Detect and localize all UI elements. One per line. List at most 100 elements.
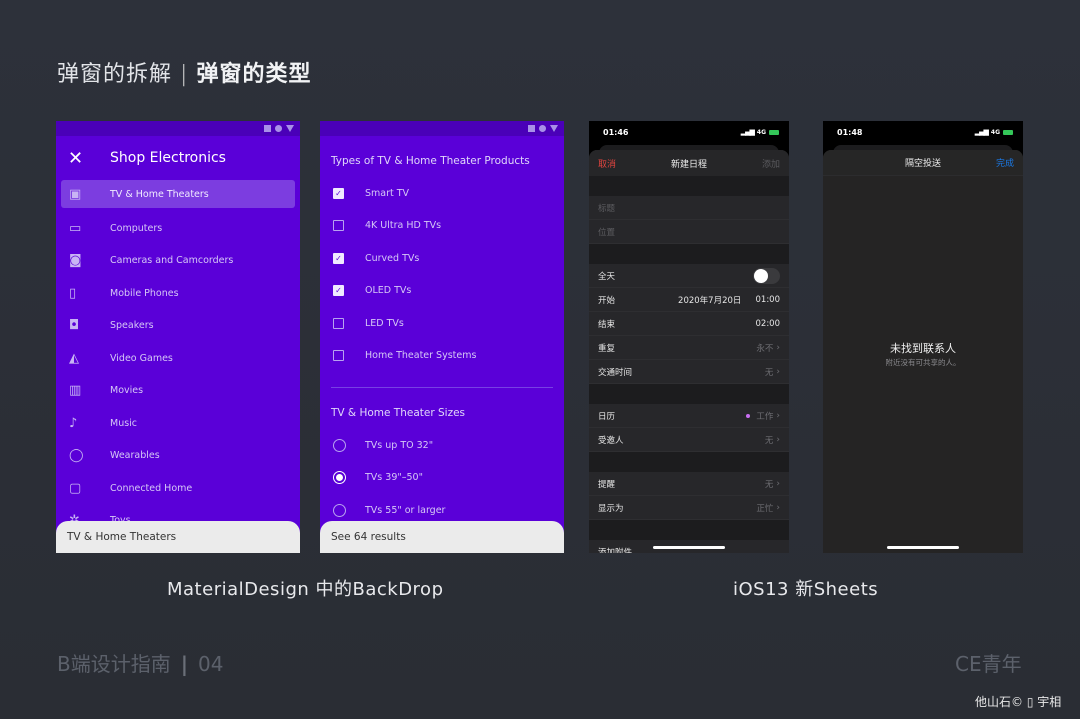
radio-39-50[interactable]: TVs 39"–50" — [320, 462, 564, 495]
travel-label: 交通时间 — [598, 367, 633, 378]
sheet-title: 新建日程 — [670, 159, 707, 170]
nav-item-music[interactable]: ♪ Music — [61, 407, 295, 440]
home-indicator[interactable] — [887, 546, 959, 549]
checkbox-label: OLED TVs — [365, 285, 412, 297]
nav-item-wearables[interactable]: ◯ Wearables — [61, 440, 295, 473]
nav-item-speakers[interactable]: ◘ Speakers — [61, 310, 295, 343]
nav-item-label: Connected Home — [110, 482, 193, 494]
checkbox-checked-icon[interactable]: ✓ — [333, 187, 344, 199]
checkbox-smart-tv[interactable]: ✓ Smart TV — [320, 177, 564, 210]
ios-status-bar: 01:48 ▂▄▆ 4G — [823, 121, 1023, 143]
chevron-right-icon: › — [776, 478, 780, 489]
radio-selected-icon[interactable] — [333, 471, 346, 485]
alert-row[interactable]: 提醒 无 › — [589, 472, 789, 496]
nav-item-label: Cameras and Camcorders — [110, 255, 234, 267]
checkbox-checked-icon[interactable]: ✓ — [333, 285, 344, 297]
group-gap — [589, 384, 789, 404]
android-status-bar — [56, 121, 300, 136]
empty-state-title: 未找到联系人 — [890, 342, 956, 355]
start-time: 01:00 — [755, 294, 781, 305]
nav-item-connected-home[interactable]: ▢ Connected Home — [61, 472, 295, 505]
nav-item-video-games[interactable]: ◭ Video Games — [61, 342, 295, 375]
network-type: 4G — [990, 128, 1000, 136]
battery-icon — [1003, 129, 1013, 135]
laptop-icon: ▭ — [69, 220, 82, 236]
all-day-toggle[interactable] — [753, 267, 780, 284]
status-indicators: ▂▄▆ 4G — [975, 128, 1013, 136]
checkbox-unchecked-icon[interactable] — [333, 350, 344, 362]
back-icon — [550, 125, 558, 132]
android-status-bar — [320, 121, 564, 136]
material-backdrop-filter-screen: Types of TV & Home Theater Products ✓ Sma… — [320, 121, 564, 553]
checkbox-4k-ultra-hd[interactable]: 4K Ultra HD TVs — [320, 210, 564, 243]
nav-item-computers[interactable]: ▭ Computers — [61, 212, 295, 245]
checkbox-checked-icon[interactable]: ✓ — [333, 252, 344, 264]
nav-item-label: Mobile Phones — [110, 287, 179, 299]
nav-item-movies[interactable]: ▥ Movies — [61, 375, 295, 408]
caption-ios: iOS13 新Sheets — [733, 579, 879, 600]
repeat-value: 永不 — [756, 343, 774, 354]
group-gap — [589, 520, 789, 540]
footer-separator: | — [180, 652, 189, 676]
radio-unselected-icon[interactable] — [333, 503, 346, 517]
cancel-button[interactable]: 取消 — [598, 157, 616, 170]
nav-item-label: Movies — [110, 385, 144, 397]
ios-sheet: 取消 新建日程 添加 标题 位置 全天 开始 2020年7月20日 01:00 结… — [589, 150, 789, 553]
title-input[interactable]: 标题 — [589, 196, 789, 220]
radio-unselected-icon[interactable] — [333, 438, 346, 452]
radio-up-to-32[interactable]: TVs up TO 32" — [320, 429, 564, 462]
calendar-value: 工作 — [756, 411, 774, 422]
start-row[interactable]: 开始 2020年7月20日 01:00 — [589, 288, 789, 312]
invitees-value-wrap: 无 › — [765, 434, 780, 446]
nav-item-mobile-phones[interactable]: ▯ Mobile Phones — [61, 277, 295, 310]
film-icon: ▥ — [69, 383, 82, 399]
group-gap — [589, 176, 789, 196]
end-time: 02:00 — [755, 318, 781, 329]
alert-label: 提醒 — [598, 479, 616, 490]
calendar-row[interactable]: 日历 工作 › — [589, 404, 789, 428]
footer-left: B端设计指南 | 04 — [57, 648, 224, 677]
nav-item-label: Speakers — [110, 320, 154, 332]
radio-label: TVs up TO 32" — [365, 439, 434, 451]
title-placeholder: 标题 — [598, 203, 616, 214]
section-title-sizes: TV & Home Theater Sizes — [331, 407, 466, 419]
see-results-button[interactable]: See 64 results — [320, 521, 564, 553]
add-button[interactable]: 添加 — [762, 157, 780, 170]
checkbox-unchecked-icon[interactable] — [333, 220, 344, 232]
speaker-icon: ◘ — [69, 318, 80, 334]
nav-item-label: Computers — [110, 222, 163, 234]
gamepad-icon: ◭ — [69, 350, 79, 366]
nav-item-cameras[interactable]: ◙ Cameras and Camcorders — [61, 245, 295, 278]
travel-time-row[interactable]: 交通时间 无 › — [589, 360, 789, 384]
invitees-row[interactable]: 受邀人 无 › — [589, 428, 789, 452]
nav-item-label: Wearables — [110, 450, 160, 462]
calendar-label: 日历 — [598, 411, 616, 422]
repeat-row[interactable]: 重复 永不 › — [589, 336, 789, 360]
footer-guide-title: B端设计指南 — [57, 652, 171, 676]
nav-item-tv-home-theaters[interactable]: ▣ TV & Home Theaters — [61, 180, 295, 208]
checkbox-home-theater-systems[interactable]: Home Theater Systems — [320, 340, 564, 373]
checkbox-led-tvs[interactable]: LED TVs — [320, 307, 564, 340]
end-row[interactable]: 结束 02:00 — [589, 312, 789, 336]
checkbox-label: Smart TV — [365, 187, 410, 199]
checkbox-label: LED TVs — [365, 317, 404, 329]
checkbox-label: Curved TVs — [365, 252, 420, 264]
close-icon[interactable]: ✕ — [68, 148, 98, 169]
checkbox-oled-tvs[interactable]: ✓ OLED TVs — [320, 275, 564, 308]
group-gap — [589, 244, 789, 264]
start-value: 2020年7月20日 01:00 — [678, 294, 780, 306]
done-button[interactable]: 完成 — [996, 156, 1014, 169]
end-label: 结束 — [598, 319, 616, 330]
start-label: 开始 — [598, 295, 616, 306]
location-input[interactable]: 位置 — [589, 220, 789, 244]
header-title: Shop Electronics — [110, 150, 226, 166]
checkbox-unchecked-icon[interactable] — [333, 317, 344, 329]
footer-brand: CE青年 — [955, 652, 1022, 676]
battery-icon — [769, 129, 779, 135]
show-as-row[interactable]: 显示为 正忙 › — [589, 496, 789, 520]
checkbox-curved-tvs[interactable]: ✓ Curved TVs — [320, 242, 564, 275]
home-indicator[interactable] — [653, 546, 725, 549]
chevron-right-icon: › — [776, 434, 780, 445]
sheet-nav-bar: 取消 新建日程 添加 — [589, 150, 789, 176]
front-layer-header[interactable]: TV & Home Theaters — [56, 521, 300, 553]
